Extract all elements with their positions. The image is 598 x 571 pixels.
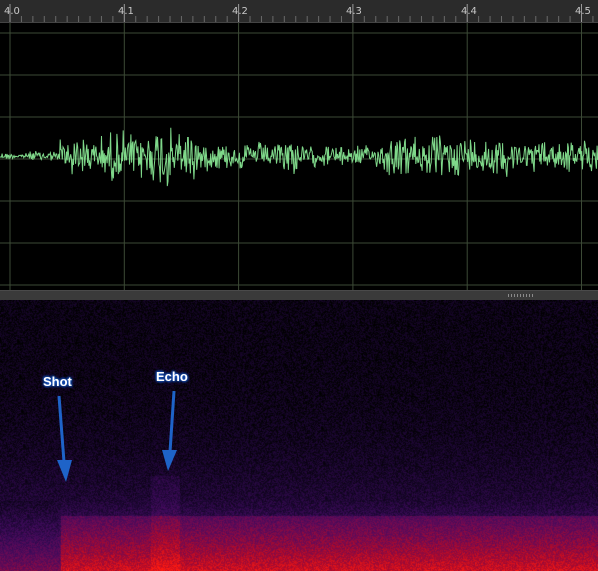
tick-label-4-0: 4.0 (4, 6, 20, 17)
splitter-grip-handle[interactable] (508, 294, 534, 297)
tick-label-4-5: 4.5 (575, 6, 591, 17)
waveform-view[interactable] (0, 23, 598, 290)
waveform-trace (0, 127, 598, 187)
ruler-ticks (9, 4, 594, 22)
annotation-echo-label: Echo (156, 369, 188, 384)
tick-label-4-1: 4.1 (118, 6, 134, 17)
tick-label-4-3: 4.3 (346, 6, 362, 17)
annotation-shot-label: Shot (43, 374, 72, 389)
spectrogram-view[interactable] (0, 300, 598, 571)
time-ruler[interactable]: 4.0 4.1 4.2 4.3 4.4 4.5 (0, 0, 598, 23)
tick-label-4-2: 4.2 (232, 6, 248, 17)
tick-label-4-4: 4.4 (461, 6, 477, 17)
